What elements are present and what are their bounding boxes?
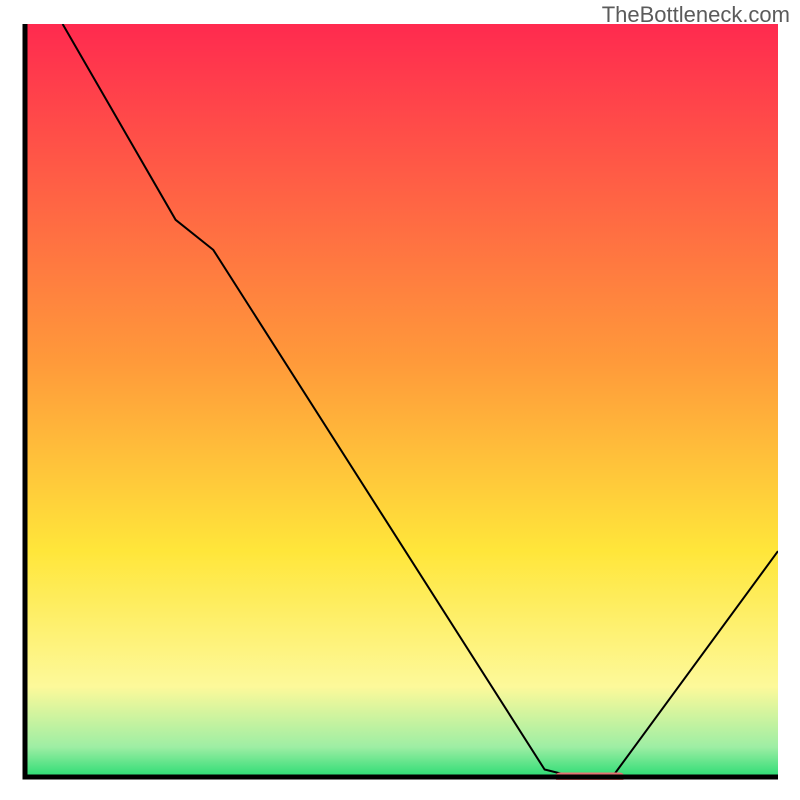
watermark-text: TheBottleneck.com	[602, 2, 790, 28]
chart-svg	[22, 24, 778, 780]
gradient-fill	[25, 24, 778, 777]
chart-container: TheBottleneck.com	[0, 0, 800, 800]
plot-area	[22, 24, 778, 780]
